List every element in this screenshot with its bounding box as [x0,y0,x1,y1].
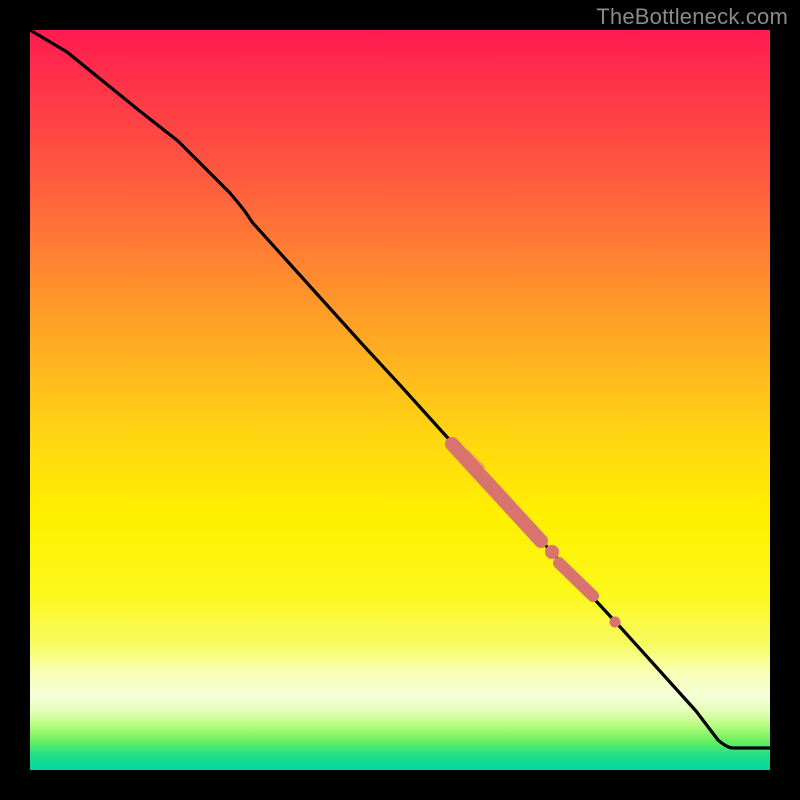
highlight-dot-2 [610,617,621,628]
watermark-text: TheBottleneck.com [596,4,788,30]
series-curve [30,30,770,748]
chart-svg [30,30,770,770]
highlight-segment-1-fringe [452,440,484,467]
highlight-segment-2 [559,563,593,596]
highlight-dot-1 [545,545,559,559]
highlight-segment-1 [452,444,541,541]
chart-plot-area [30,30,770,770]
chart-frame: TheBottleneck.com [0,0,800,800]
